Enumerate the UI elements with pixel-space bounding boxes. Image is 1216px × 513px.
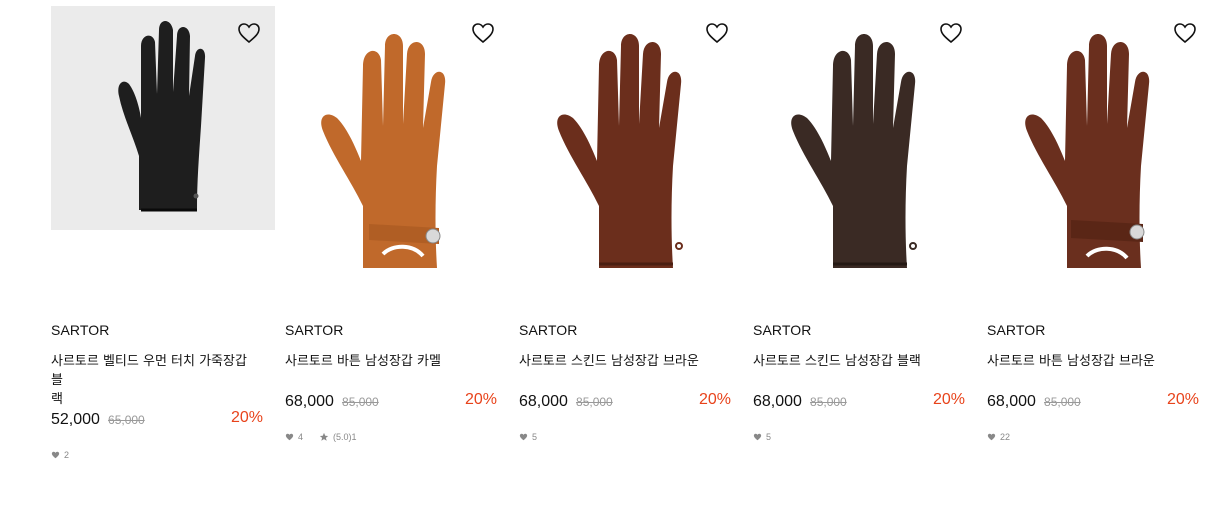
glove-image [791,34,917,268]
glove-image [1025,34,1150,268]
product-image[interactable] [285,6,509,268]
product-name[interactable]: 사르토르 스킨드 남성장갑 브라운 [519,352,731,371]
product-grid: SARTOR 사르토르 벨티드 우먼 터치 가죽장갑 블 랙 52,000 65… [0,0,1216,513]
product-name[interactable]: 사르토르 바튼 남성장갑 카멜 [285,352,497,371]
sale-price: 68,000 [753,393,802,410]
product-meta: 2 [51,450,69,460]
brand-label: SARTOR [987,322,1046,338]
star-icon [319,432,329,441]
price-row: 68,000 85,000 20% [753,391,965,415]
heart-outline-icon[interactable] [1173,22,1197,44]
like-count: 5 [532,432,538,442]
product-meta: 5 [519,432,537,442]
product-meta: 4 (5.0) 1 [285,432,357,442]
sale-price: 68,000 [519,393,568,410]
original-price: 85,000 [342,395,379,409]
heart-outline-icon[interactable] [237,22,261,44]
rating-score: (5.0) [333,432,352,442]
heart-outline-icon[interactable] [471,22,495,44]
sale-price: 68,000 [285,393,334,410]
heart-outline-icon[interactable] [939,22,963,44]
sale-price: 68,000 [987,393,1036,410]
heart-filled-icon [987,433,996,441]
discount-rate: 20% [1166,391,1199,408]
product-card[interactable]: SARTOR 사르토르 벨티드 우먼 터치 가죽장갑 블 랙 52,000 65… [51,6,275,460]
heart-filled-icon [51,451,60,459]
product-image[interactable] [519,6,743,268]
discount-rate: 20% [464,391,497,408]
like-count: 22 [1000,432,1011,442]
glove-image [321,34,446,268]
product-name-line2: 랙 [51,392,63,407]
brand-label: SARTOR [51,322,110,338]
brand-label: SARTOR [285,322,344,338]
product-card[interactable]: SARTOR 사르토르 바튼 남성장갑 브라운 68,000 85,000 20… [987,6,1211,442]
discount-rate: 20% [230,409,263,426]
review-count: 1 [351,432,357,442]
brand-label: SARTOR [753,322,812,338]
product-card[interactable]: SARTOR 사르토르 바튼 남성장갑 카멜 68,000 85,000 20%… [285,6,509,442]
price-row: 52,000 65,000 20% [51,409,263,433]
like-count: 2 [64,450,70,460]
sale-price: 52,000 [51,411,100,428]
original-price: 85,000 [1044,395,1081,409]
heart-filled-icon [285,433,294,441]
product-name[interactable]: 사르토르 벨티드 우먼 터치 가죽장갑 블 랙 [51,352,263,409]
price-row: 68,000 85,000 20% [987,391,1199,415]
discount-rate: 20% [698,391,731,408]
product-name-line1: 사르토르 벨티드 우먼 터치 가죽장갑 블 [51,354,247,388]
heart-filled-icon [753,433,762,441]
heart-outline-icon[interactable] [705,22,729,44]
product-image[interactable] [753,6,977,268]
product-card[interactable]: SARTOR 사르토르 스킨드 남성장갑 브라운 68,000 85,000 2… [519,6,743,442]
product-name[interactable]: 사르토르 바튼 남성장갑 브라운 [987,352,1199,371]
discount-rate: 20% [932,391,965,408]
product-card[interactable]: SARTOR 사르토르 스킨드 남성장갑 블랙 68,000 85,000 20… [753,6,977,442]
heart-filled-icon [519,433,528,441]
product-meta: 22 [987,432,1010,442]
original-price: 85,000 [576,395,613,409]
price-row: 68,000 85,000 20% [285,391,497,415]
brand-label: SARTOR [519,322,578,338]
price-row: 68,000 85,000 20% [519,391,731,415]
product-name[interactable]: 사르토르 스킨드 남성장갑 블랙 [753,352,965,371]
like-count: 4 [298,432,304,442]
product-image[interactable] [987,6,1211,268]
original-price: 65,000 [108,413,145,427]
like-count: 5 [766,432,772,442]
product-image[interactable] [51,6,275,230]
product-meta: 5 [753,432,771,442]
glove-image [557,34,683,268]
original-price: 85,000 [810,395,847,409]
